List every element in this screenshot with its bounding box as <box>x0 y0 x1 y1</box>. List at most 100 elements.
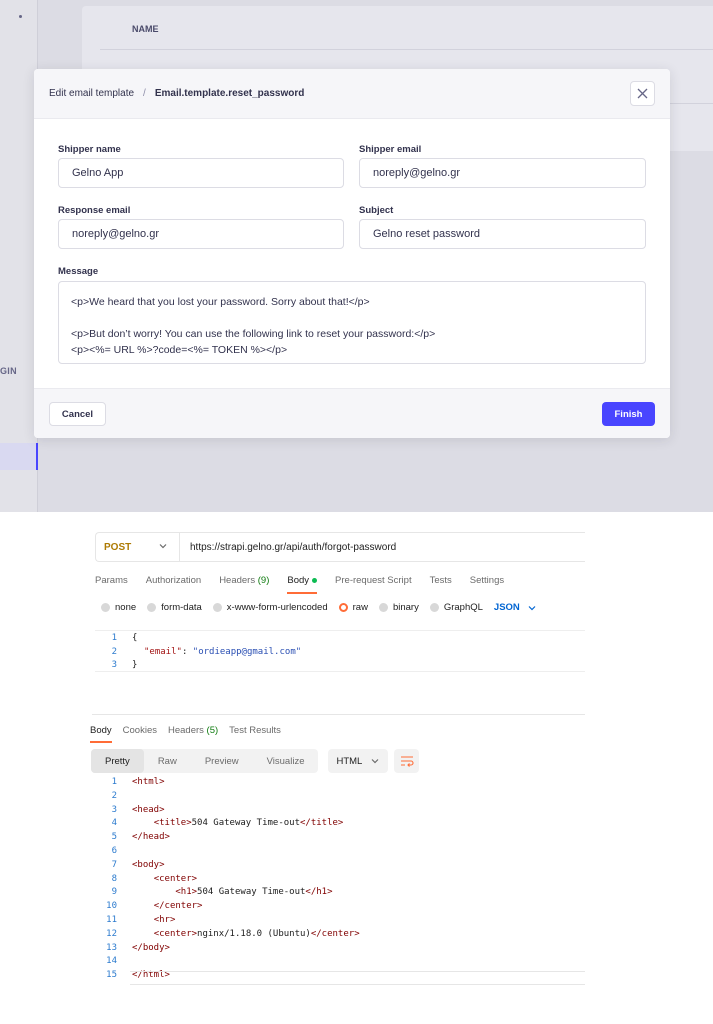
response-view-bar: Pretty Raw Preview Visualize HTML <box>91 749 420 773</box>
code-line: </center> <box>153 901 203 912</box>
radio-label: GraphQL <box>443 602 483 613</box>
line-number: 4 <box>111 818 117 829</box>
code-line: <center>nginx/1.18.0 (Ubuntu)</center> <box>153 928 360 939</box>
wrap-lines-button[interactable] <box>394 749 420 773</box>
breadcrumb-current: Email.template.reset_password <box>154 88 305 99</box>
modal-footer: Cancel Finish <box>34 388 670 438</box>
code-line: <title>504 Gateway Time-out</title> <box>153 818 344 829</box>
radio-urlencoded[interactable]: x-www-form-urlencoded <box>212 602 328 613</box>
line-number: 5 <box>111 832 117 843</box>
tab-headers[interactable]: Headers (9) <box>219 575 269 595</box>
radio-graphql[interactable]: GraphQL <box>429 602 483 613</box>
radio-raw[interactable]: raw <box>338 602 368 613</box>
postman-panel: POST https://strapi.gelno.gr/api/auth/fo… <box>0 512 713 1024</box>
radio-none[interactable]: none <box>101 602 136 613</box>
url-input[interactable]: https://strapi.gelno.gr/api/auth/forgot-… <box>180 542 396 553</box>
radio-label: raw <box>352 602 368 613</box>
view-raw[interactable]: Raw <box>144 749 191 773</box>
radio-binary[interactable]: binary <box>378 602 419 613</box>
body-format-select[interactable]: JSON <box>494 602 538 613</box>
radio-label: form-data <box>161 602 202 613</box>
json-colon: : <box>181 647 193 657</box>
line-number: 1 <box>111 633 117 643</box>
method-label: POST <box>104 541 132 553</box>
resp-tab-cookies[interactable]: Cookies <box>123 725 157 745</box>
shipper-name-input[interactable]: Gelno App <box>58 158 344 188</box>
view-mode-segment: Pretty Raw Preview Visualize <box>91 749 319 773</box>
sidebar-dot <box>19 15 22 18</box>
response-tabs: Body Cookies Headers (5) Test Results <box>90 725 292 745</box>
sidebar-active-item[interactable] <box>0 443 38 470</box>
shipper-email-label: Shipper email <box>359 144 422 155</box>
tab-body[interactable]: Body <box>287 575 318 595</box>
body-format-label: JSON <box>493 602 520 613</box>
modal-header: Edit email template / Email.template.res… <box>34 69 670 119</box>
response-divider <box>92 714 585 715</box>
table-row-divider <box>100 49 713 50</box>
request-body-editor[interactable]: 1 { 2 "email": "ordieapp@gmail.com" 3 } <box>95 630 585 672</box>
radio-label: binary <box>392 602 419 613</box>
body-type-options: none form-data x-www-form-urlencoded raw… <box>101 602 538 613</box>
body-active-dot <box>312 577 318 583</box>
line-number: 15 <box>106 970 117 981</box>
resp-tab-headers[interactable]: Headers (5) <box>168 725 218 745</box>
code-line: <h1>504 Gateway Time-out</h1> <box>175 887 333 898</box>
json-key: "email" <box>144 647 182 657</box>
resp-tab-body[interactable]: Body <box>90 725 112 745</box>
finish-button[interactable]: Finish <box>602 402 655 426</box>
code-line: </head> <box>132 832 170 843</box>
chevron-down-icon <box>159 544 167 549</box>
response-email-input[interactable]: noreply@gelno.gr <box>58 219 344 249</box>
tab-headers-label: Headers <box>219 575 256 586</box>
wrap-lines-icon <box>400 756 414 767</box>
message-line: <p>We heard that you lost your password.… <box>71 296 370 308</box>
line-number: 7 <box>111 859 117 870</box>
breadcrumb-separator: / <box>143 88 146 99</box>
tab-body-label: Body <box>287 575 310 586</box>
cancel-button[interactable]: Cancel <box>49 402 106 426</box>
close-button[interactable] <box>630 81 655 106</box>
view-visualize[interactable]: Visualize <box>253 749 319 773</box>
tab-params[interactable]: Params <box>95 575 128 595</box>
line-number: 13 <box>106 942 117 953</box>
code-line: } <box>132 660 138 670</box>
radio-circle-selected <box>338 603 348 612</box>
line-number: 14 <box>106 956 117 967</box>
code-line: <head> <box>132 804 165 815</box>
resp-tab-test-results[interactable]: Test Results <box>229 725 281 745</box>
message-line <box>71 310 633 326</box>
message-textarea[interactable]: <p>We heard that you lost your password.… <box>58 281 646 364</box>
radio-form-data[interactable]: form-data <box>147 602 202 613</box>
tab-authorization[interactable]: Authorization <box>146 575 201 595</box>
message-line: <p>But don’t worry! You can use the foll… <box>71 328 436 340</box>
code-line: <html> <box>132 777 165 787</box>
subject-input[interactable]: Gelno reset password <box>359 219 646 249</box>
line-number: 10 <box>106 901 117 912</box>
chevron-down-icon <box>528 605 536 610</box>
request-tabs: Params Authorization Headers (9) Body Pr… <box>95 575 522 595</box>
tab-settings[interactable]: Settings <box>470 575 504 595</box>
code-line: </body> <box>132 942 170 953</box>
method-select[interactable]: POST <box>96 533 180 561</box>
shipper-name-label: Shipper name <box>58 144 121 155</box>
modal-body: Shipper name Gelno App Shipper email nor… <box>34 119 670 388</box>
line-number: 2 <box>111 647 117 657</box>
response-format-select[interactable]: HTML <box>328 749 389 773</box>
radio-circle <box>147 603 157 612</box>
radio-label: x-www-form-urlencoded <box>226 602 328 613</box>
radio-circle <box>101 603 110 612</box>
line-number: 11 <box>106 915 117 925</box>
radio-circle <box>429 603 439 612</box>
shipper-email-input[interactable]: noreply@gelno.gr <box>359 158 646 188</box>
response-body-viewer: 1 <html> 2 3 <head> 4 <title>504 Gateway Time… <box>95 777 585 987</box>
line-number: 3 <box>111 804 117 815</box>
tab-pre-request-script[interactable]: Pre-request Script <box>335 575 412 595</box>
edit-email-template-modal: Edit email template / Email.template.res… <box>34 69 670 438</box>
radio-circle <box>212 603 222 612</box>
tab-tests[interactable]: Tests <box>430 575 452 595</box>
code-line: "email": "ordieapp@gmail.com" <box>144 647 301 657</box>
line-number: 12 <box>106 928 117 939</box>
view-preview[interactable]: Preview <box>191 749 253 773</box>
view-pretty[interactable]: Pretty <box>91 749 144 773</box>
radio-circle <box>378 603 388 612</box>
